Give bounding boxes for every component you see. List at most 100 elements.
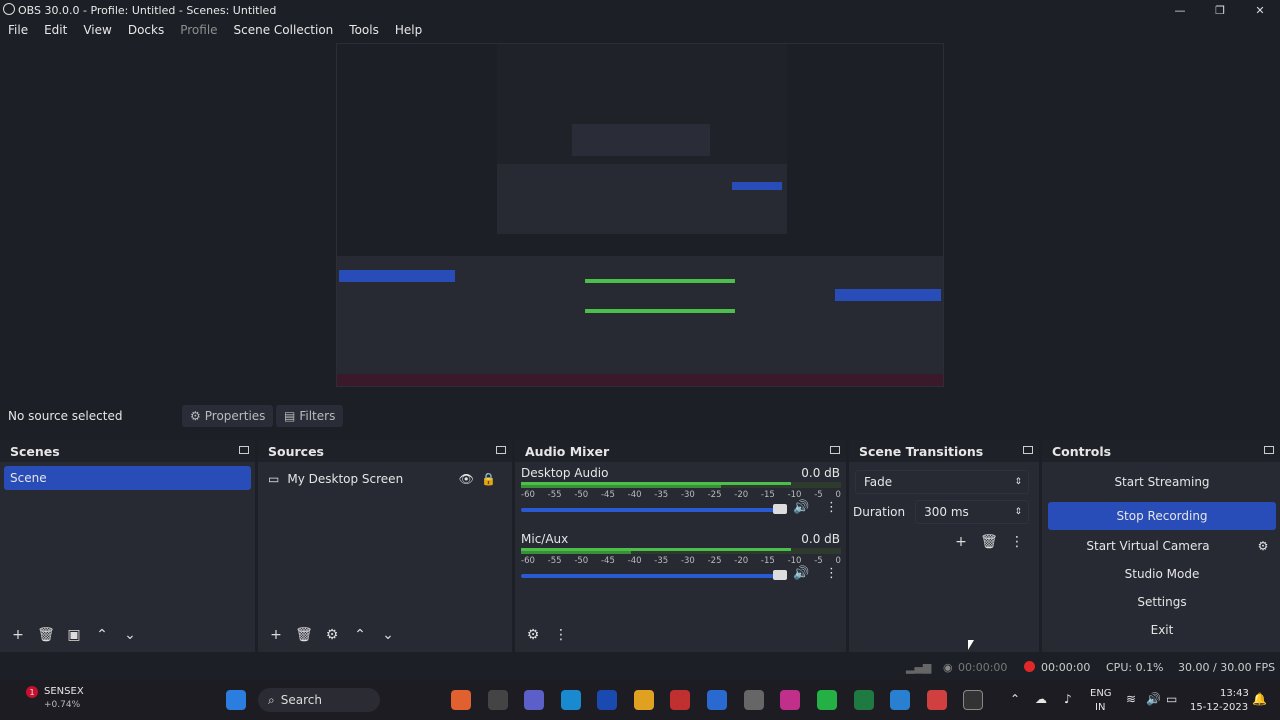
title-bar: OBS 30.0.0 - Profile: Untitled - Scenes:…: [0, 0, 1280, 20]
exit-button[interactable]: Exit: [1048, 618, 1276, 642]
teams-icon[interactable]: [524, 690, 544, 710]
menu-tools[interactable]: Tools: [341, 23, 387, 37]
start-streaming-button[interactable]: Start Streaming: [1048, 470, 1276, 494]
mcafee-icon[interactable]: [670, 690, 690, 710]
undock-icon[interactable]: [830, 446, 840, 454]
maximize-button[interactable]: ❐: [1200, 0, 1240, 20]
taskbar-search[interactable]: ⌕ Search: [258, 688, 380, 712]
source-item[interactable]: ▭ My Desktop Screen 👁 🔒: [258, 466, 512, 492]
controls-title: Controls: [1052, 443, 1112, 459]
settings-button[interactable]: Settings: [1048, 590, 1276, 614]
battery-icon[interactable]: ▭: [1166, 692, 1177, 706]
move-up-button[interactable]: ⌃: [346, 623, 374, 647]
undock-icon[interactable]: [239, 446, 249, 454]
search-icon: ⌕: [268, 692, 275, 707]
undock-icon[interactable]: [496, 446, 506, 454]
studio-mode-button[interactable]: Studio Mode: [1048, 562, 1276, 586]
menu-view[interactable]: View: [75, 23, 119, 37]
window-title: OBS 30.0.0 - Profile: Untitled - Scenes:…: [18, 3, 277, 17]
speaker-icon[interactable]: 🔊: [793, 566, 809, 581]
task-view-icon[interactable]: [488, 690, 508, 710]
move-down-button[interactable]: ⌄: [374, 623, 402, 647]
lock-icon[interactable]: 🔒: [481, 472, 496, 486]
mic-icon[interactable]: ♪: [1064, 692, 1072, 706]
menu-bar: File Edit View Docks Profile Scene Colle…: [0, 20, 1280, 40]
start-virtual-camera-button[interactable]: Start Virtual Camera: [1048, 534, 1248, 558]
mouse-cursor-icon: [968, 640, 974, 650]
file-explorer-icon[interactable]: [634, 690, 654, 710]
volume-slider[interactable]: [521, 508, 781, 512]
obs-taskbar-icon[interactable]: [963, 690, 983, 710]
speaker-icon[interactable]: 🔊: [793, 500, 809, 515]
menu-help[interactable]: Help: [387, 23, 430, 37]
menu-edit[interactable]: Edit: [36, 23, 75, 37]
chrome-icon[interactable]: [927, 690, 947, 710]
menu-profile[interactable]: Profile: [172, 23, 225, 37]
scenes-title: Scenes: [10, 443, 60, 459]
edge-icon[interactable]: [561, 690, 581, 710]
menu-file[interactable]: File: [0, 23, 36, 37]
stop-recording-button[interactable]: Stop Recording: [1048, 502, 1276, 530]
preview-canvas[interactable]: [336, 43, 944, 387]
filters-button[interactable]: ▤ Filters: [276, 405, 344, 427]
volume-slider-handle[interactable]: [773, 570, 787, 580]
add-transition-button[interactable]: +: [947, 530, 975, 554]
clock-time[interactable]: 13:43: [1220, 688, 1249, 699]
volume-meter: [521, 482, 841, 488]
volume-slider[interactable]: [521, 574, 781, 578]
app-l-icon[interactable]: [597, 690, 617, 710]
rec-time: 00:00:00: [1041, 661, 1091, 674]
chevron-up-icon[interactable]: ⌃: [1010, 692, 1020, 706]
wifi-icon[interactable]: ≋: [1126, 692, 1136, 706]
store-icon[interactable]: [707, 690, 727, 710]
duration-input[interactable]: 300 ms ⇕: [915, 500, 1029, 524]
clock-date[interactable]: 15-12-2023: [1190, 702, 1248, 713]
lang-2[interactable]: IN: [1095, 702, 1105, 713]
notification-bell-icon[interactable]: 🔔: [1252, 692, 1267, 706]
remove-source-button[interactable]: 🗑: [290, 623, 318, 647]
scene-filters-button[interactable]: ▣: [60, 623, 88, 647]
source-properties-button[interactable]: ⚙: [318, 623, 346, 647]
meter-ticks: -60 -55 -50 -45 -40 -35 -30 -25 -20 -15 -10 -5 0: [521, 490, 841, 500]
scene-item[interactable]: Scene: [4, 466, 251, 490]
volume-slider-handle[interactable]: [773, 504, 787, 514]
close-button[interactable]: ✕: [1240, 0, 1280, 20]
menu-scene-collection[interactable]: Scene Collection: [226, 23, 342, 37]
undock-icon[interactable]: [1264, 446, 1274, 454]
windows-start-icon[interactable]: [226, 690, 246, 710]
add-source-button[interactable]: +: [262, 623, 290, 647]
obs-logo-icon: [3, 3, 15, 15]
more-options-icon[interactable]: ⋮: [825, 500, 838, 515]
remove-transition-button[interactable]: 🗑: [975, 530, 1003, 554]
settings-app-icon[interactable]: [744, 690, 764, 710]
meter-ticks: -60 -55 -50 -45 -40 -35 -30 -25 -20 -15 -10 -5 0: [521, 556, 841, 566]
whatsapp-icon[interactable]: [817, 690, 837, 710]
lang-1[interactable]: ENG: [1090, 688, 1112, 699]
undock-icon[interactable]: [1023, 446, 1033, 454]
move-up-button[interactable]: ⌃: [88, 623, 116, 647]
remove-scene-button[interactable]: 🗑: [32, 623, 60, 647]
vscode-icon[interactable]: [890, 690, 910, 710]
minimize-button[interactable]: —: [1160, 0, 1200, 20]
more-options-icon[interactable]: ⋮: [825, 566, 838, 581]
app-copilot-icon[interactable]: [451, 690, 471, 710]
properties-button[interactable]: ⚙ Properties: [182, 405, 274, 427]
instagram-icon[interactable]: [780, 690, 800, 710]
virtual-camera-settings-gear-icon[interactable]: ⚙: [1250, 534, 1276, 558]
audio-mixer-dock: Audio Mixer Desktop Audio 0.0 dB -60 -55-…: [515, 440, 846, 652]
menu-docks[interactable]: Docks: [120, 23, 172, 37]
fps-display: 30.00 / 30.00 FPS: [1178, 661, 1276, 674]
mixer-menu-button[interactable]: ⋮: [547, 623, 575, 647]
mixer-title: Audio Mixer: [525, 443, 610, 459]
cloud-icon[interactable]: ☁: [1035, 692, 1047, 706]
transition-menu-button[interactable]: ⋮: [1003, 530, 1031, 554]
preview-thumbnail: [337, 44, 943, 386]
add-scene-button[interactable]: +: [4, 623, 32, 647]
transition-select[interactable]: Fade ⇕: [855, 470, 1029, 494]
volume-icon[interactable]: 🔊: [1146, 692, 1161, 706]
eye-icon[interactable]: 👁: [459, 472, 474, 486]
move-down-button[interactable]: ⌄: [116, 623, 144, 647]
sensex-widget[interactable]: 1 SENSEX +0.74%: [26, 686, 116, 714]
advanced-audio-button[interactable]: ⚙: [519, 623, 547, 647]
excel-icon[interactable]: [854, 690, 874, 710]
